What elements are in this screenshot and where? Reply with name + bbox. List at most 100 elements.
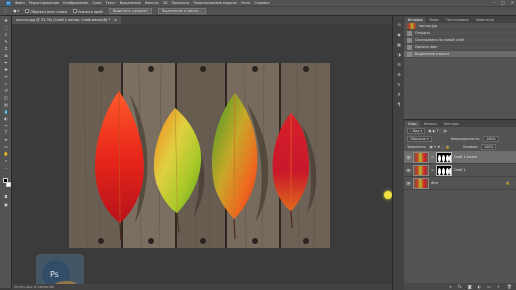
visibility-eye-icon[interactable]: 👁 bbox=[406, 155, 411, 160]
menu-layers[interactable]: Слои bbox=[92, 1, 101, 5]
menu-type[interactable]: Текст bbox=[106, 1, 116, 5]
brush-size-icon[interactable]: ● ▾ bbox=[13, 9, 19, 13]
history-step-selected[interactable]: Выделение и маска bbox=[404, 51, 516, 58]
menu-plugins[interactable]: Подключаемые модули bbox=[193, 1, 236, 5]
paragraph-panel-icon[interactable]: ¶ bbox=[396, 102, 402, 108]
swatches-panel-icon[interactable]: ▦ bbox=[396, 42, 402, 48]
path-selection-tool-icon[interactable]: ➤ bbox=[3, 137, 9, 142]
dodge-tool-icon[interactable]: ◐ bbox=[3, 116, 9, 121]
menu-image[interactable]: Изображение bbox=[63, 1, 88, 5]
select-subject-button[interactable]: Выделить предмет bbox=[108, 8, 153, 14]
new-layer-icon[interactable]: ＋ bbox=[497, 284, 501, 290]
history-brush-tool-icon[interactable]: ↺ bbox=[3, 88, 9, 93]
enhance-edge-checkbox[interactable] bbox=[72, 8, 77, 13]
brush-settings-icon[interactable]: ✎ bbox=[396, 82, 402, 88]
layer-filter-select[interactable]: ⌕ Вид ▾ bbox=[407, 128, 426, 134]
select-and-mask-button[interactable]: Выделение и маска... bbox=[158, 8, 206, 14]
healing-brush-tool-icon[interactable]: ✚ bbox=[3, 67, 9, 72]
lock-icons[interactable]: ▦ ✎ ✥ ⬚ 🔒 bbox=[430, 145, 450, 149]
libraries-panel-icon[interactable]: ☰ bbox=[396, 62, 402, 68]
link-layers-icon[interactable]: ∞ bbox=[449, 284, 452, 289]
quick-mask-icon[interactable]: ◘ bbox=[3, 194, 9, 199]
filter-icons[interactable]: ▣ ◐ T ⬚ ▤ bbox=[428, 129, 446, 133]
visibility-eye-icon[interactable]: 👁 bbox=[406, 181, 411, 186]
menu-window[interactable]: Окно bbox=[241, 1, 250, 5]
leaves-photo[interactable] bbox=[69, 63, 330, 248]
canvas-area[interactable]: Ps bbox=[12, 24, 392, 290]
tab-channels[interactable]: Каналы bbox=[421, 121, 440, 127]
history-step[interactable]: Скопировать на новый слой bbox=[404, 37, 516, 44]
history-step[interactable]: Удалить фон bbox=[404, 44, 516, 51]
history-step[interactable]: Открыть bbox=[404, 30, 516, 37]
maximize-button[interactable]: □ bbox=[501, 0, 505, 5]
layer-filter-label: Вид bbox=[412, 129, 420, 133]
type-tool-icon[interactable]: T bbox=[3, 130, 9, 135]
document-tab[interactable]: листья.jpg @ 33,3% (Слой 1 копия, Слой-м… bbox=[12, 16, 122, 24]
add-mask-icon[interactable]: ◙ bbox=[468, 284, 472, 289]
marquee-tool-icon[interactable]: ⬚ bbox=[3, 25, 9, 30]
brush-tool-icon[interactable]: ✏ bbox=[3, 74, 9, 79]
more-tools-icon[interactable]: … bbox=[3, 165, 9, 170]
rectangle-tool-icon[interactable]: ▭ bbox=[3, 144, 9, 149]
clone-stamp-tool-icon[interactable]: ⊥ bbox=[3, 81, 9, 86]
layer-mask-thumbnail[interactable] bbox=[435, 164, 452, 176]
quick-selection-tool-icon[interactable]: ✎ bbox=[3, 39, 9, 44]
color-panel-icon[interactable]: ◉ bbox=[396, 32, 402, 38]
tab-layers[interactable]: Слои bbox=[405, 121, 420, 127]
tab-navigator[interactable]: Навигатор bbox=[473, 17, 497, 23]
screen-mode-icon[interactable]: ▣ bbox=[3, 202, 9, 207]
layer-style-icon[interactable]: fx bbox=[458, 284, 462, 289]
character-panel-icon[interactable]: A bbox=[396, 92, 402, 98]
quick-select-tool-icon[interactable]: ⬚ bbox=[4, 9, 7, 13]
menu-help[interactable]: Справка bbox=[254, 1, 269, 5]
document-tab-label: листья.jpg @ 33,3% (Слой 1 копия, Слой-м… bbox=[16, 18, 111, 22]
tab-histogram[interactable]: Гистограмма bbox=[443, 17, 472, 23]
history-item-label: листья.jpg bbox=[419, 24, 438, 28]
lasso-tool-icon[interactable]: ℓ bbox=[3, 32, 9, 37]
history-step-icon bbox=[407, 37, 412, 43]
menu-edit[interactable]: Редактирование bbox=[29, 1, 60, 5]
fill-label: Заливка: bbox=[462, 145, 479, 149]
layer-name: Фон bbox=[431, 181, 439, 185]
history-snapshot[interactable]: листья.jpg bbox=[404, 23, 516, 30]
menu-filter[interactable]: Фильтр bbox=[145, 1, 159, 5]
adjustments-panel-icon[interactable]: ◑ bbox=[396, 52, 402, 58]
tab-info[interactable]: Инфо bbox=[426, 17, 441, 23]
fill-input[interactable]: 100% bbox=[481, 144, 497, 150]
menu-view[interactable]: Просмотр bbox=[172, 1, 190, 5]
menu-select[interactable]: Выделение bbox=[120, 1, 141, 5]
gradient-tool-icon[interactable]: ▤ bbox=[3, 102, 9, 107]
opacity-input[interactable]: 100% bbox=[483, 136, 499, 142]
move-tool-icon[interactable]: ✥ bbox=[3, 18, 9, 23]
enhance-edge-option[interactable]: Усилить край bbox=[72, 8, 103, 14]
delete-layer-icon[interactable]: 🗑 bbox=[507, 284, 512, 289]
eyedropper-tool-icon[interactable]: ✒ bbox=[3, 60, 9, 65]
crop-tool-icon[interactable]: ⌗ bbox=[3, 46, 9, 51]
menu-3d[interactable]: 3D bbox=[163, 1, 168, 5]
blur-tool-icon[interactable]: 💧 bbox=[3, 109, 9, 114]
frame-tool-icon[interactable]: ⊠ bbox=[3, 53, 9, 58]
layer-row[interactable]: 👁 ∞ Слой 1 копия bbox=[404, 151, 516, 164]
layer-row[interactable]: 👁 ∞ Слой 1 bbox=[404, 164, 516, 177]
layer-mask-thumbnail[interactable] bbox=[435, 151, 452, 163]
zoom-tool-icon[interactable]: ⌕ bbox=[3, 158, 9, 163]
properties-panel-icon[interactable]: ⚙ bbox=[396, 72, 402, 78]
history-panel-icon[interactable]: ⟲ bbox=[396, 22, 402, 28]
close-button[interactable]: × bbox=[511, 0, 514, 5]
hand-tool-icon[interactable]: ✋ bbox=[3, 151, 9, 156]
minimize-button[interactable]: – bbox=[493, 0, 495, 5]
history-step-icon bbox=[407, 51, 412, 57]
group-icon[interactable]: ▭ bbox=[487, 284, 491, 289]
menu-file[interactable]: Файл bbox=[15, 1, 25, 5]
sample-all-layers-option[interactable]: Образец всех слоев bbox=[25, 8, 67, 14]
tab-paths[interactable]: Контуры bbox=[441, 121, 462, 127]
sample-all-layers-checkbox[interactable] bbox=[25, 8, 30, 13]
eraser-tool-icon[interactable]: ◫ bbox=[3, 95, 9, 100]
pen-tool-icon[interactable]: ✑ bbox=[3, 123, 9, 128]
blend-mode-select[interactable]: Обычные ▾ bbox=[407, 136, 432, 142]
adjustment-layer-icon[interactable]: ◐ bbox=[478, 284, 482, 289]
visibility-eye-icon[interactable]: 👁 bbox=[406, 168, 411, 173]
document-close-icon[interactable]: × bbox=[114, 18, 117, 22]
layer-row-background[interactable]: 👁 Фон 🔒 bbox=[404, 177, 516, 190]
link-icon: ∞ bbox=[431, 168, 434, 172]
